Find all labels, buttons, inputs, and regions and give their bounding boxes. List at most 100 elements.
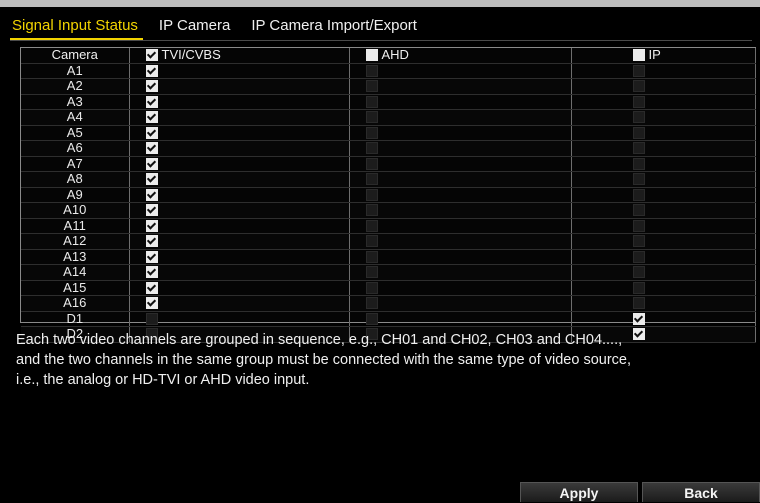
tvi-cell: [129, 233, 350, 250]
ahd-cell: [349, 264, 572, 281]
table-row: A7: [21, 156, 756, 172]
ip-cell: [571, 171, 756, 188]
ip-cell: [571, 187, 756, 203]
ahd-checkbox: [365, 80, 378, 93]
ahd-cell: [349, 78, 572, 95]
tvi-checkbox[interactable]: [145, 235, 158, 248]
camera-cell: A8: [21, 171, 130, 188]
apply-button[interactable]: Apply: [520, 482, 638, 502]
ip-cell: [571, 233, 756, 250]
table-row: A13: [21, 249, 756, 265]
select-all-tvi-checkbox[interactable]: [145, 49, 158, 62]
table-row: A12: [21, 233, 756, 250]
camera-cell: A11: [21, 218, 130, 234]
tvi-checkbox[interactable]: [145, 250, 158, 263]
ahd-cell: [349, 156, 572, 172]
ahd-checkbox: [365, 111, 378, 124]
grouping-note: Each two video channels are grouped in s…: [16, 330, 756, 390]
tvi-cell: [129, 125, 350, 141]
tab-ip-camera[interactable]: IP Camera: [157, 17, 241, 40]
ip-cell: [571, 295, 756, 312]
tvi-checkbox[interactable]: [145, 219, 158, 232]
ip-cell: [571, 280, 756, 296]
ip-checkbox: [632, 235, 645, 248]
tvi-checkbox[interactable]: [145, 188, 158, 201]
camera-cell: A13: [21, 249, 130, 265]
tvi-checkbox[interactable]: [145, 111, 158, 124]
ip-checkbox: [632, 95, 645, 108]
ip-checkbox: [632, 219, 645, 232]
ahd-cell: [349, 233, 572, 250]
ip-checkbox: [632, 173, 645, 186]
table-row: D1: [21, 311, 756, 327]
column-header-camera: Camera: [21, 48, 130, 64]
tvi-checkbox[interactable]: [145, 142, 158, 155]
camera-cell: A9: [21, 187, 130, 203]
tvi-checkbox[interactable]: [145, 95, 158, 108]
tvi-checkbox[interactable]: [145, 64, 158, 77]
tvi-cell: [129, 202, 350, 219]
ahd-cell: [349, 187, 572, 203]
ip-checkbox: [632, 250, 645, 263]
table-row: A8: [21, 171, 756, 188]
ip-checkbox: [632, 126, 645, 139]
column-header-ip: IP: [571, 48, 756, 64]
table-row: A4: [21, 109, 756, 126]
ip-cell: [571, 311, 756, 327]
signal-input-table: Camera TVI/CVBS AHD IP A1 A2 A3 A4 A5 A6…: [20, 47, 756, 343]
ahd-checkbox: [365, 64, 378, 77]
ahd-cell: [349, 249, 572, 265]
tab-ip-camera-import-export[interactable]: IP Camera Import/Export: [249, 17, 428, 40]
ip-checkbox: [632, 204, 645, 217]
ip-cell: [571, 156, 756, 172]
ip-cell: [571, 140, 756, 157]
ahd-cell: [349, 171, 572, 188]
ahd-checkbox: [365, 219, 378, 232]
tvi-cell: [129, 156, 350, 172]
camera-cell: A5: [21, 125, 130, 141]
ip-checkbox: [632, 80, 645, 93]
camera-cell: A14: [21, 264, 130, 281]
ip-cell: [571, 63, 756, 79]
tvi-checkbox[interactable]: [145, 80, 158, 93]
ahd-checkbox: [365, 266, 378, 279]
tvi-checkbox[interactable]: [145, 297, 158, 310]
select-all-ip-checkbox[interactable]: [632, 49, 645, 62]
ahd-checkbox: [365, 188, 378, 201]
tab-signal-input-status[interactable]: Signal Input Status: [10, 17, 149, 40]
ip-cell: [571, 202, 756, 219]
table-row: A5: [21, 125, 756, 141]
ahd-checkbox: [365, 173, 378, 186]
ip-checkbox: [632, 281, 645, 294]
tvi-cell: [129, 249, 350, 265]
tvi-checkbox[interactable]: [145, 157, 158, 170]
tvi-checkbox: [145, 312, 158, 325]
tvi-cell: [129, 78, 350, 95]
ahd-cell: [349, 63, 572, 79]
column-header-tvi: TVI/CVBS: [129, 47, 350, 64]
camera-cell: A3: [21, 94, 130, 110]
table-row: A14: [21, 264, 756, 281]
ahd-cell: [349, 280, 572, 296]
ahd-cell: [349, 125, 572, 141]
tvi-checkbox[interactable]: [145, 266, 158, 279]
table-row: A9: [21, 187, 756, 203]
ahd-cell: [349, 140, 572, 157]
tvi-checkbox[interactable]: [145, 173, 158, 186]
tvi-cell: [129, 63, 350, 79]
tvi-cell: [129, 264, 350, 281]
table-row: A3: [21, 94, 756, 110]
tvi-checkbox[interactable]: [145, 126, 158, 139]
back-button[interactable]: Back: [642, 482, 760, 502]
ip-checkbox[interactable]: [632, 312, 645, 325]
ahd-cell: [349, 311, 572, 327]
tvi-cell: [129, 109, 350, 126]
camera-cell: A1: [21, 63, 130, 79]
window-top-bar: [0, 0, 760, 7]
ahd-checkbox: [365, 250, 378, 263]
select-all-ahd-checkbox[interactable]: [365, 49, 378, 62]
tvi-checkbox[interactable]: [145, 204, 158, 217]
column-header-tvi-label: TVI/CVBS: [161, 47, 221, 63]
table-row: A16: [21, 295, 756, 312]
tvi-checkbox[interactable]: [145, 281, 158, 294]
